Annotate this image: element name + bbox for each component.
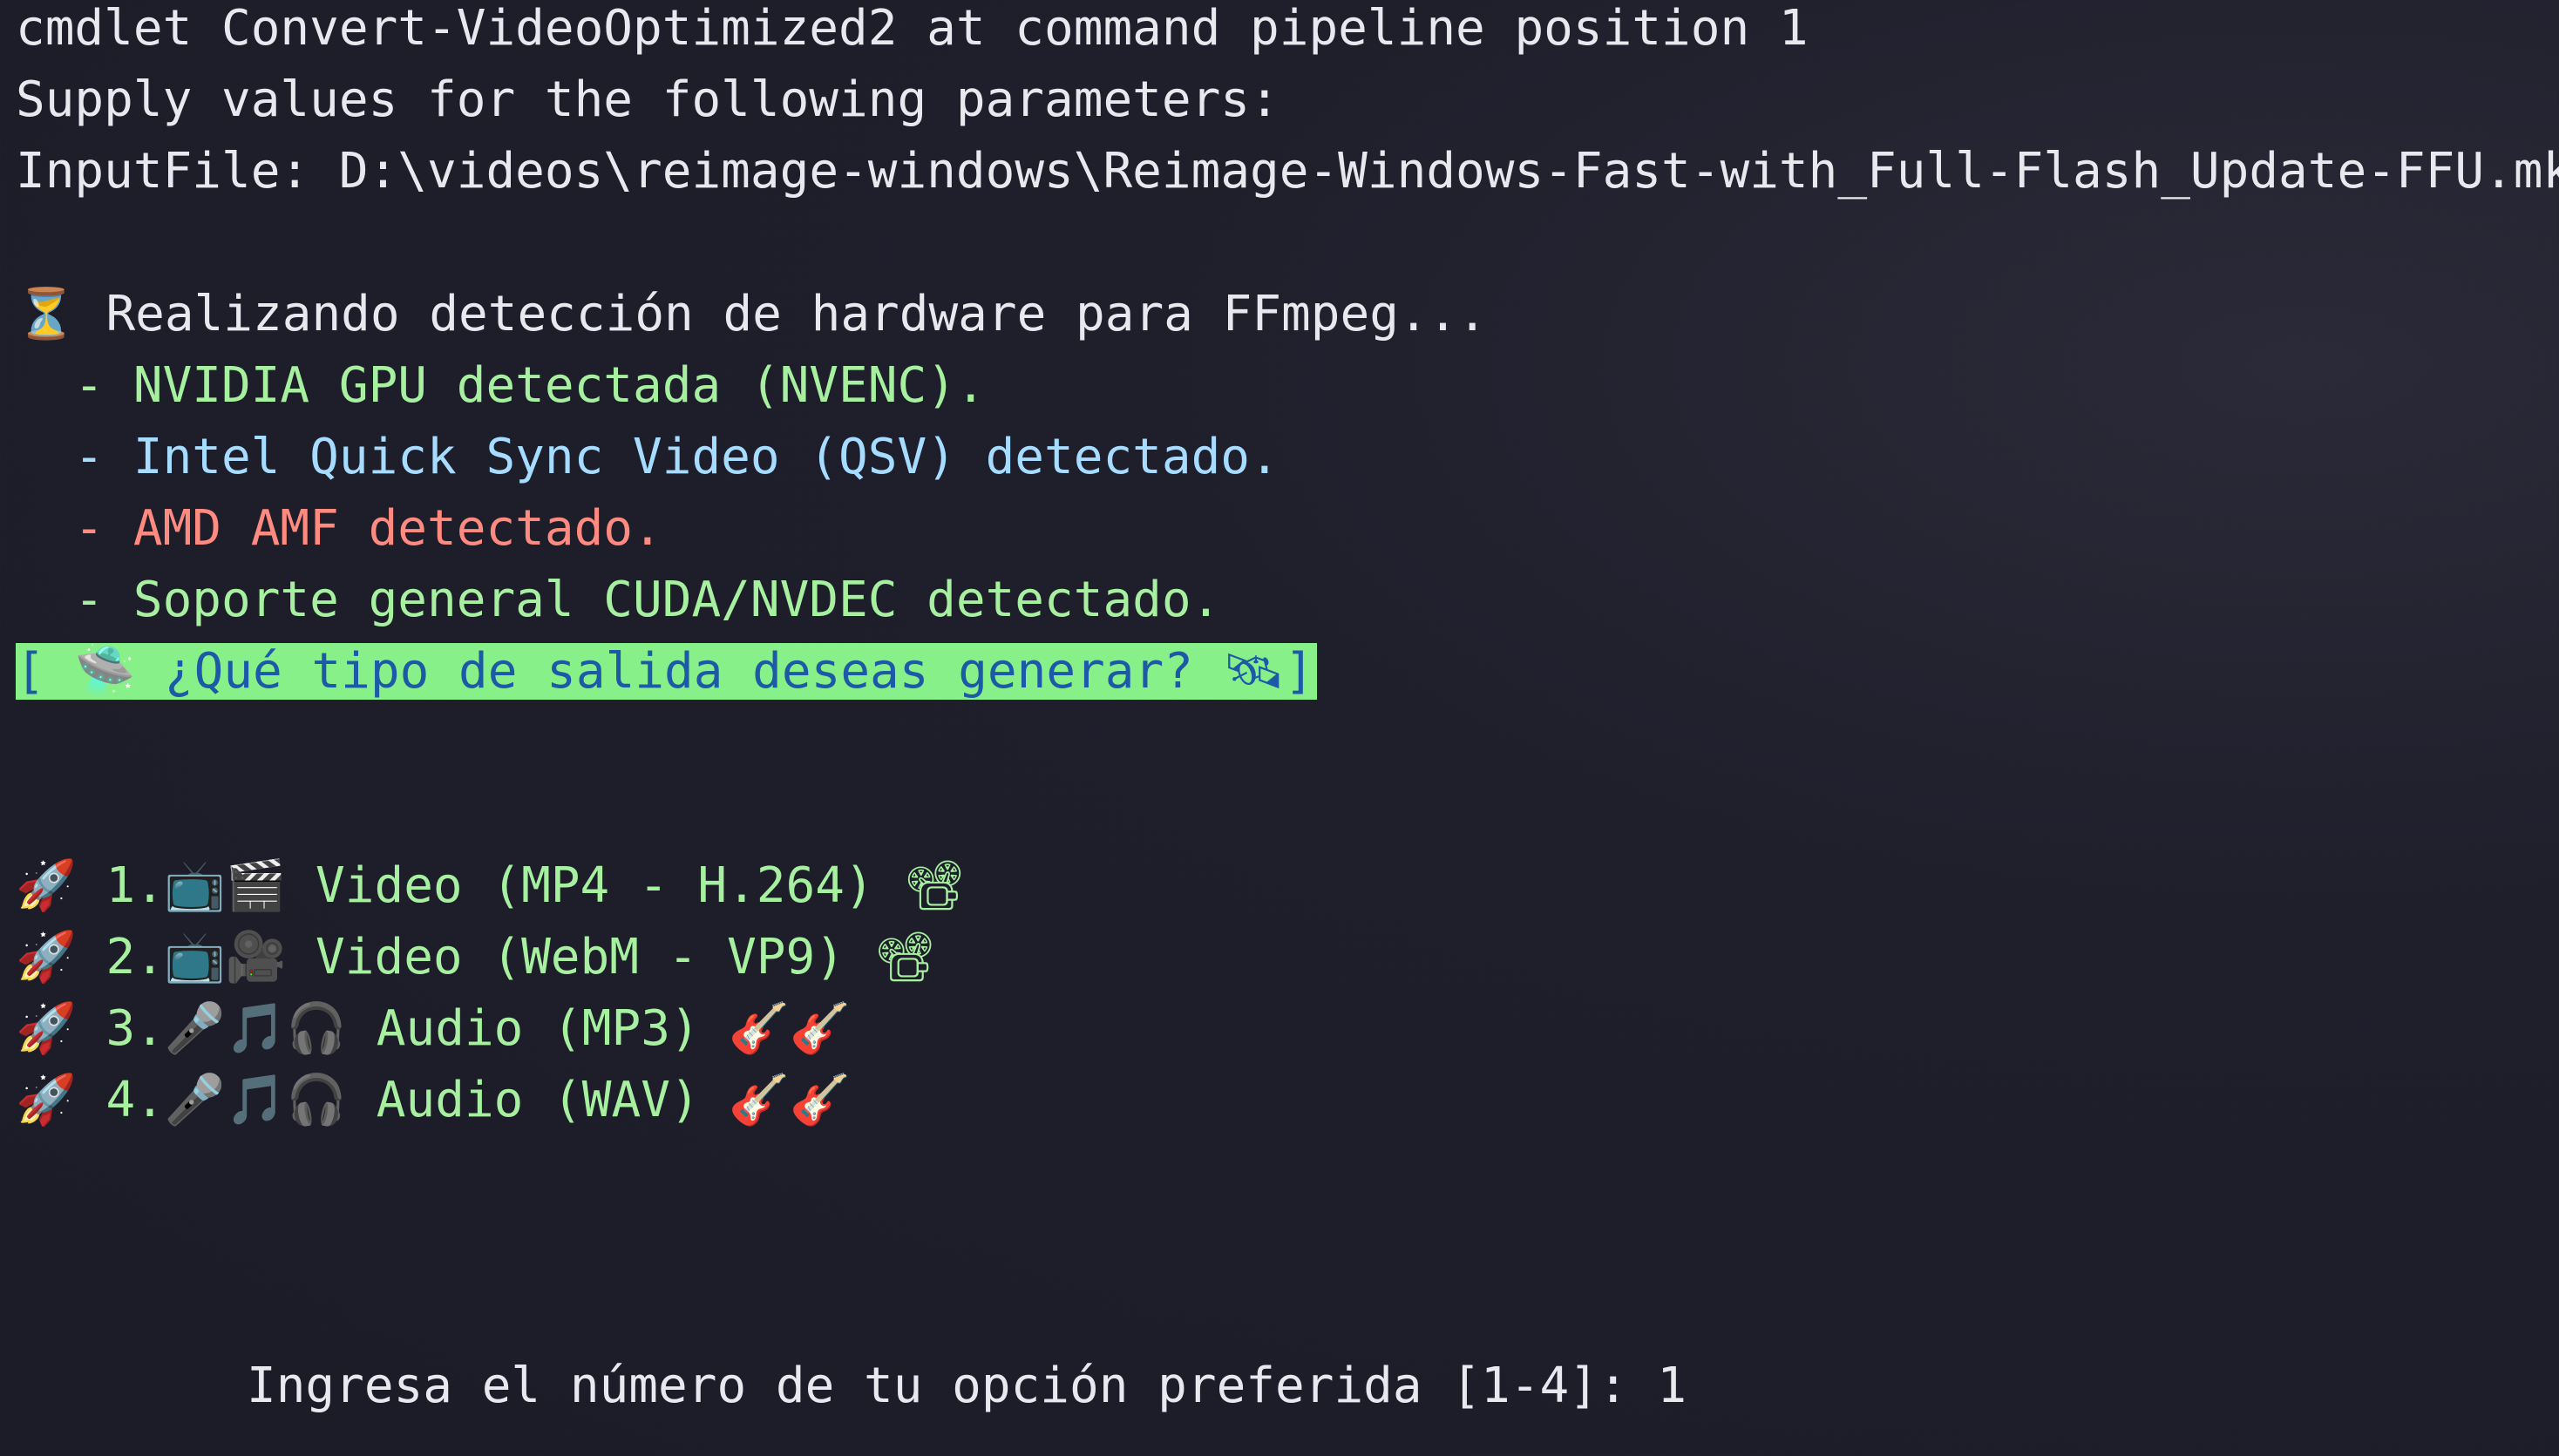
detection-title-line: ⏳ Realizando detección de hardware para … [16,279,1487,350]
input-file-label: InputFile: [16,143,339,200]
input-file-value: D:\videos\reimage-windows\Reimage-Window… [338,143,2559,200]
guitar-icon: 🎸🎸 [729,1000,851,1057]
option-label: Audio (WAV) [347,1072,730,1128]
detection-item-cuda: - Soporte general CUDA/NVDEC detectado. [16,565,1220,636]
detection-item-amd: - AMD AMF detectado. [16,493,662,565]
rocket-icon: 🚀 [16,929,77,985]
rocket-icon: 🚀 [16,1072,77,1128]
satellite-icon: 🛰 [1222,643,1285,700]
detection-item-text: - NVIDIA GPU detectada (NVENC). [16,357,986,414]
tv-clapper-icon: 📺🎬 [164,857,287,914]
option-1: 🚀 1.📺🎬 Video (MP4 - H.264) 📽 [16,850,965,922]
option-number: 2. [76,929,165,985]
detection-item-intel: - Intel Quick Sync Video (QSV) detectado… [16,422,1280,493]
question-open-bracket: [ [16,643,75,700]
supply-values-line: Supply values for the following paramete… [16,64,1280,136]
option-label: Audio (MP3) [347,1000,730,1057]
detection-title: Realizando detección de hardware para FF… [76,286,1488,342]
detection-item-nvidia: - NVIDIA GPU detectada (NVENC). [16,350,986,422]
film-projector-icon: 📽 [873,929,936,985]
detection-item-text: - Intel Quick Sync Video (QSV) detectado… [16,429,1280,485]
option-number: 3. [76,1000,165,1057]
option-input[interactable]: 1 [1657,1358,1687,1414]
option-3: 🚀 3.🎤🎵🎧 Audio (MP3) 🎸🎸 [16,993,851,1065]
option-label: Video (MP4 - H.264) [286,857,904,914]
detection-item-text: - AMD AMF detectado. [16,500,662,557]
rocket-icon: 🚀 [16,1000,77,1057]
option-number: 4. [76,1072,165,1128]
option-2: 🚀 2.📺🎥 Video (WebM - VP9) 📽 [16,922,936,993]
film-projector-icon: 📽 [903,857,966,914]
question-line: [ 🛸 ¿Qué tipo de salida deseas generar? … [16,636,1318,708]
microphone-music-headphone-icon: 🎤🎵🎧 [164,1072,348,1128]
question-text: ¿Qué tipo de salida deseas generar? [135,643,1223,700]
question-close-bracket: ] [1284,643,1314,700]
prompt-text: Ingresa el número de tu opción preferida… [247,1358,1658,1414]
option-label: Video (WebM - VP9) [286,929,874,985]
guitar-icon: 🎸🎸 [729,1072,851,1128]
microphone-music-headphone-icon: 🎤🎵🎧 [164,1000,348,1057]
supply-values-text: Supply values for the following paramete… [16,71,1280,128]
cmdlet-line: cmdlet Convert-VideoOptimized2 at comman… [16,0,1809,64]
terminal-window[interactable]: cmdlet Convert-VideoOptimized2 at comman… [16,0,2559,1456]
tv-camera-icon: 📺🎥 [164,929,287,985]
prompt-line[interactable]: Ingresa el número de tu opción preferida… [247,1351,1687,1422]
option-number: 1. [76,857,165,914]
hourglass-icon: ⏳ [16,286,77,342]
cmdlet-text: cmdlet Convert-VideoOptimized2 at comman… [16,0,1809,57]
rocket-icon: 🚀 [16,857,77,914]
question-banner: [ 🛸 ¿Qué tipo de salida deseas generar? … [16,643,1318,700]
option-4: 🚀 4.🎤🎵🎧 Audio (WAV) 🎸🎸 [16,1065,851,1136]
detection-item-text: - Soporte general CUDA/NVDEC detectado. [16,572,1221,628]
input-file-line: InputFile: D:\videos\reimage-windows\Rei… [16,136,2559,207]
ufo-icon: 🛸 [74,643,136,700]
